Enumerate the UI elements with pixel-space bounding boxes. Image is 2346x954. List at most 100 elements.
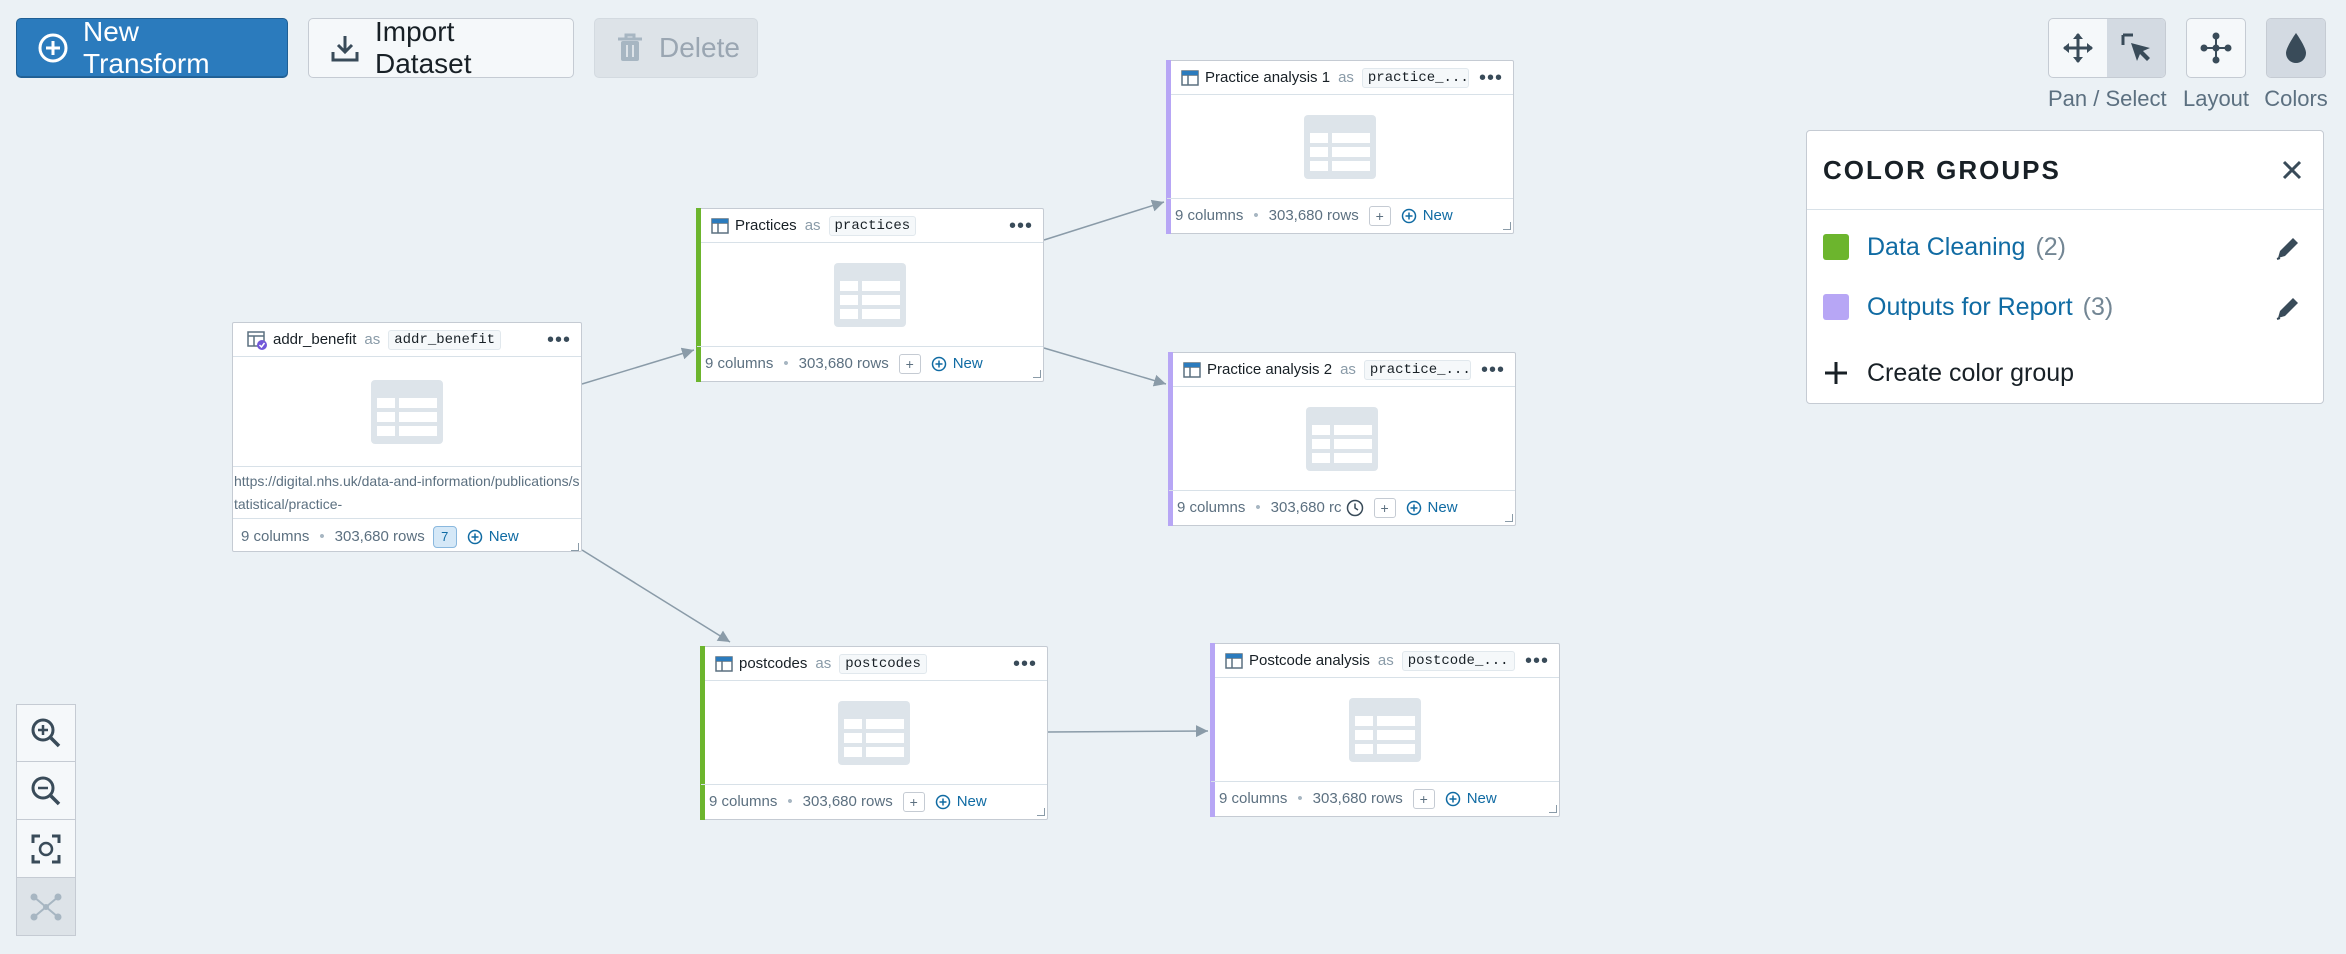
table-placeholder-icon xyxy=(1304,114,1376,179)
new-transform-button[interactable]: New Transform xyxy=(16,16,288,79)
import-dataset-button[interactable]: Import Dataset xyxy=(308,16,574,79)
add-button[interactable]: + xyxy=(1373,497,1396,518)
new-label: New xyxy=(1466,790,1497,807)
table-placeholder-icon xyxy=(371,379,443,444)
droplet-icon xyxy=(2286,33,2306,63)
dataset-icon xyxy=(711,217,729,234)
zoom-to-fit-button[interactable] xyxy=(16,820,76,878)
colors-button[interactable] xyxy=(2267,19,2325,77)
node-alias: practices xyxy=(828,215,917,236)
node-menu-button[interactable]: ••• xyxy=(1515,651,1549,671)
new-button[interactable]: New xyxy=(467,528,519,545)
close-panel-button[interactable] xyxy=(2281,159,2303,186)
edge-addr-to-practices xyxy=(581,347,695,385)
add-button[interactable]: + xyxy=(1368,205,1391,226)
plus-icon xyxy=(1825,362,1847,384)
separator-dot: • xyxy=(1253,207,1259,224)
layout-button[interactable] xyxy=(2187,19,2245,77)
node-alias: postcodes xyxy=(839,653,927,674)
node-menu-button[interactable]: ••• xyxy=(1471,360,1505,380)
zoom-out-icon xyxy=(31,776,61,805)
create-color-group-label: Create color group xyxy=(1867,358,2075,387)
new-label: New xyxy=(488,528,519,545)
node-preview xyxy=(1167,95,1513,199)
node-alias: practice_... xyxy=(1363,359,1471,380)
row-count: 303,680 rows xyxy=(798,355,889,372)
node-footer: 9 columns • 303,680 rows + New xyxy=(697,347,1043,380)
color-groups-title: COLOR GROUPS xyxy=(1823,155,2061,185)
add-circle-icon xyxy=(1406,500,1421,515)
dataset-node-addr-benefit[interactable]: addr_benefit as addr_benefit ••• https:/… xyxy=(232,322,582,552)
create-color-group-button[interactable]: Create color group xyxy=(1823,353,2307,393)
graph-nodes-icon xyxy=(30,893,62,920)
add-button[interactable]: + xyxy=(1412,788,1435,809)
dataset-node-postcodes[interactable]: postcodes as postcodes ••• 9 columns • 3… xyxy=(700,646,1048,820)
table-placeholder-icon xyxy=(834,262,906,327)
node-menu-button[interactable]: ••• xyxy=(537,330,571,350)
node-header: postcodes as postcodes ••• xyxy=(701,647,1047,681)
resize-handle[interactable] xyxy=(1503,222,1511,230)
add-button[interactable]: + xyxy=(898,353,921,374)
clock-icon xyxy=(1346,499,1363,516)
edge-postcodes-to-postcode-analysis xyxy=(1047,725,1209,738)
resize-handle[interactable] xyxy=(1549,805,1557,813)
pencil-icon xyxy=(2276,298,2298,320)
new-label: New xyxy=(1427,499,1458,516)
dataset-icon xyxy=(715,655,733,672)
color-group-data-cleaning[interactable]: Data Cleaning (2) xyxy=(1823,227,2307,267)
download-icon xyxy=(331,36,359,62)
add-circle-icon xyxy=(935,794,950,809)
node-title: Postcode analysis xyxy=(1249,652,1370,669)
resize-handle[interactable] xyxy=(1033,370,1041,378)
color-group-count: (3) xyxy=(2082,292,2114,321)
pan-button[interactable] xyxy=(2049,19,2107,77)
column-count: 9 columns xyxy=(1175,207,1244,224)
panel-divider xyxy=(1807,209,2323,210)
node-preview xyxy=(233,357,581,467)
dataset-icon xyxy=(1181,69,1199,86)
resize-handle[interactable] xyxy=(1505,514,1513,522)
zoom-out-button[interactable] xyxy=(16,762,76,820)
dataset-icon xyxy=(1225,652,1243,669)
node-menu-button[interactable]: ••• xyxy=(999,216,1033,236)
edge-practices-to-analysis2 xyxy=(1043,347,1167,387)
dataset-node-practice-analysis-2[interactable]: Practice analysis 2 as practice_... ••• … xyxy=(1168,352,1516,526)
resize-handle[interactable] xyxy=(571,543,579,551)
layout-label: Layout xyxy=(2182,86,2250,111)
node-menu-button[interactable]: ••• xyxy=(1469,68,1503,88)
new-button[interactable]: New xyxy=(1445,790,1497,807)
dataset-node-practice-analysis-1[interactable]: Practice analysis 1 as practice_... ••• … xyxy=(1166,60,1514,234)
node-footer: 9 columns • 303,680 rows 7 New xyxy=(233,520,581,553)
import-dataset-label: Import Dataset xyxy=(375,16,472,79)
new-button[interactable]: New xyxy=(935,793,987,810)
row-count: 303,680 rows xyxy=(1268,207,1359,224)
column-count: 9 columns xyxy=(705,355,774,372)
node-alias: postcode_... xyxy=(1401,650,1515,671)
dataset-node-practices[interactable]: Practices as practices ••• 9 columns • 3… xyxy=(696,208,1044,382)
add-circle-icon xyxy=(1445,791,1460,806)
zoom-in-button[interactable] xyxy=(16,704,76,762)
separator-dot: • xyxy=(783,355,789,372)
color-group-name: Data Cleaning xyxy=(1867,232,2026,261)
layout-tree-icon xyxy=(2200,32,2232,64)
downstream-count-badge[interactable]: 7 xyxy=(432,525,457,548)
add-button[interactable]: + xyxy=(902,791,925,812)
zoom-in-icon xyxy=(31,718,61,748)
node-menu-button[interactable]: ••• xyxy=(1003,654,1037,674)
color-group-outputs-for-report[interactable]: Outputs for Report (3) xyxy=(1823,287,2307,327)
edge-practices-to-analysis1 xyxy=(1043,199,1165,241)
color-group-count: (2) xyxy=(2035,232,2066,261)
delete-button[interactable]: Delete xyxy=(594,18,758,78)
pencil-icon xyxy=(2276,238,2298,260)
resize-handle[interactable] xyxy=(1037,808,1045,816)
edit-group-button[interactable] xyxy=(2273,293,2303,328)
new-button[interactable]: New xyxy=(1401,207,1453,224)
fit-selection-button[interactable] xyxy=(16,878,76,936)
row-count: 303,680 rows xyxy=(1312,790,1403,807)
new-button[interactable]: New xyxy=(931,355,983,372)
dataset-node-postcode-analysis[interactable]: Postcode analysis as postcode_... ••• 9 … xyxy=(1210,643,1560,817)
add-circle-icon xyxy=(38,33,68,63)
select-button[interactable] xyxy=(2107,19,2165,77)
new-button[interactable]: New xyxy=(1406,499,1458,516)
edit-group-button[interactable] xyxy=(2273,233,2303,268)
